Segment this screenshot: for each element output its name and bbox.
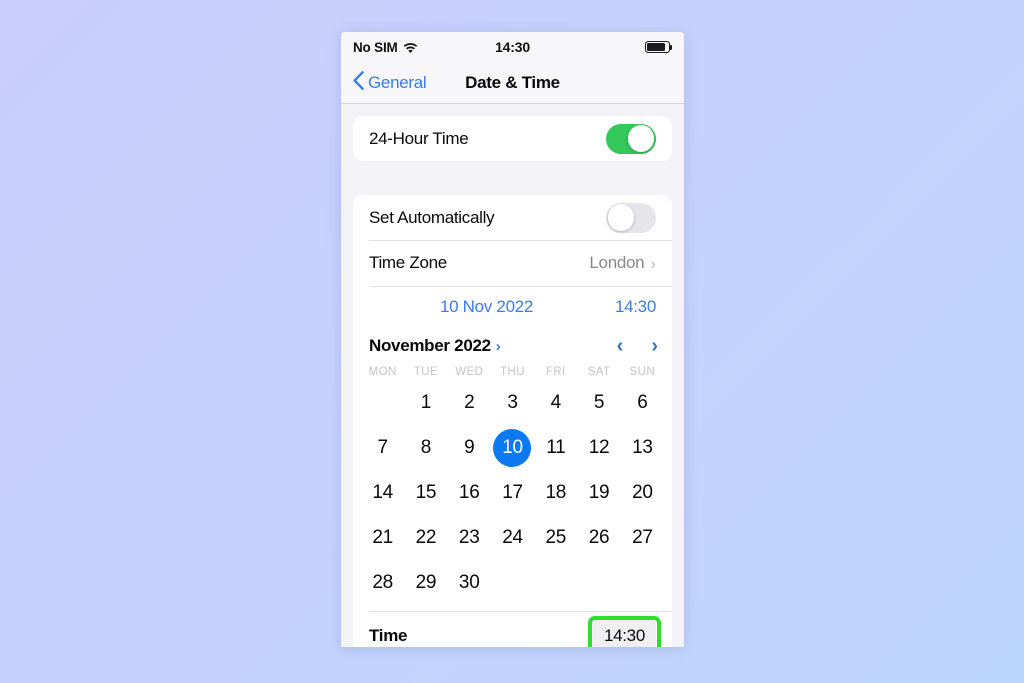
calendar-month-label: November 2022 xyxy=(369,336,491,356)
calendar-day-7[interactable]: 7 xyxy=(361,425,404,470)
row-time: Time 14:30 xyxy=(353,612,672,647)
back-button[interactable]: General xyxy=(353,70,427,95)
calendar-day-10[interactable]: 10 xyxy=(491,425,534,470)
calendar-day-8[interactable]: 8 xyxy=(404,425,447,470)
calendar-weekday-mon: MON xyxy=(368,366,397,379)
calendar-day-17[interactable]: 17 xyxy=(491,470,534,515)
calendar-day-13[interactable]: 13 xyxy=(621,425,664,470)
calendar-day-12[interactable]: 12 xyxy=(577,425,620,470)
calendar-day-24[interactable]: 24 xyxy=(491,515,534,560)
calendar-day-28[interactable]: 28 xyxy=(361,560,404,605)
calendar-day-22[interactable]: 22 xyxy=(404,515,447,560)
settings-content: 24-Hour Time Set Automatically Time Zone… xyxy=(341,104,684,647)
calendar-day-1[interactable]: 1 xyxy=(404,380,447,425)
row-label-24-hour-time: 24-Hour Time xyxy=(369,128,469,148)
calendar-day-9[interactable]: 9 xyxy=(448,425,491,470)
calendar-weekday-tue: TUE xyxy=(413,366,439,379)
chevron-right-icon: › xyxy=(650,253,656,273)
row-value-time-zone: London xyxy=(589,253,645,273)
calendar-day-18[interactable]: 18 xyxy=(534,470,577,515)
calendar-prev-month-button[interactable]: ‹ xyxy=(617,336,624,356)
calendar-day-2[interactable]: 2 xyxy=(448,380,491,425)
calendar-day-16[interactable]: 16 xyxy=(448,470,491,515)
navigation-bar: General Date & Time xyxy=(341,62,684,104)
calendar-weekday-sun: SUN xyxy=(629,366,656,379)
toggle-set-automatically[interactable] xyxy=(606,202,656,233)
calendar-weekday-thu: THU xyxy=(500,366,525,379)
back-button-label: General xyxy=(368,72,427,92)
calendar-day-15[interactable]: 15 xyxy=(404,470,447,515)
calendar-day-23[interactable]: 23 xyxy=(448,515,491,560)
row-24-hour-time[interactable]: 24-Hour Time xyxy=(353,116,672,161)
row-set-automatically[interactable]: Set Automatically xyxy=(353,195,672,240)
battery-icon xyxy=(645,41,673,53)
calendar-weekday-wed: WED xyxy=(455,366,484,379)
row-date-time-selectors: 10 Nov 2022 14:30 xyxy=(353,286,672,328)
calendar-day-25[interactable]: 25 xyxy=(534,515,577,560)
calendar-day-5[interactable]: 5 xyxy=(577,380,620,425)
calendar-day-3[interactable]: 3 xyxy=(491,380,534,425)
hour-format-card: 24-Hour Time xyxy=(353,116,672,161)
calendar-day-27[interactable]: 27 xyxy=(621,515,664,560)
calendar-weekday-header: MON TUE WED THU FRI SAT SUN xyxy=(353,362,672,380)
calendar-day-29[interactable]: 29 xyxy=(404,560,447,605)
row-time-zone[interactable]: Time Zone London › xyxy=(353,241,672,286)
calendar-day-6[interactable]: 6 xyxy=(621,380,664,425)
selected-date-button[interactable]: 10 Nov 2022 xyxy=(440,297,533,317)
calendar-day-selected-circle: 10 xyxy=(493,428,532,467)
date-time-card: Set Automatically Time Zone London › 10 … xyxy=(353,195,672,647)
calendar-day-blank xyxy=(361,380,404,425)
wifi-icon xyxy=(403,42,418,53)
calendar-weekday-fri: FRI xyxy=(545,366,566,379)
calendar-day-20[interactable]: 20 xyxy=(621,470,664,515)
phone-frame: No SIM 14:30 General Date & Time 24-Hour… xyxy=(341,32,684,647)
chevron-left-icon xyxy=(353,70,364,95)
row-label-set-automatically: Set Automatically xyxy=(369,207,495,227)
calendar-day-19[interactable]: 19 xyxy=(577,470,620,515)
calendar-weekday-sat: SAT xyxy=(587,366,611,379)
calendar-day-26[interactable]: 26 xyxy=(577,515,620,560)
calendar-day-11[interactable]: 11 xyxy=(534,425,577,470)
calendar-header: November 2022 › ‹ › xyxy=(353,328,672,362)
toggle-knob xyxy=(607,204,635,231)
status-bar: No SIM 14:30 xyxy=(341,32,684,62)
chevron-right-icon: › xyxy=(495,337,501,355)
calendar-day-21[interactable]: 21 xyxy=(361,515,404,560)
carrier-label: No SIM xyxy=(353,39,398,55)
calendar-days-grid: 1 2 3 4 5 6 7 8 9 10 11 12 13 14 15 16 17 18 19 20 21 22 23 24 2… xyxy=(353,380,672,611)
time-value-field[interactable]: 14:30 xyxy=(587,615,662,647)
selected-time-button[interactable]: 14:30 xyxy=(604,297,656,317)
row-label-time-zone: Time Zone xyxy=(369,253,447,273)
calendar-nav: ‹ › xyxy=(617,336,658,356)
toggle-24-hour-time[interactable] xyxy=(606,123,656,154)
toggle-knob xyxy=(627,125,655,152)
calendar-day-30[interactable]: 30 xyxy=(448,560,491,605)
status-bar-right xyxy=(645,41,673,53)
calendar-day-4[interactable]: 4 xyxy=(534,380,577,425)
calendar-next-month-button[interactable]: › xyxy=(651,336,658,356)
row-label-time: Time xyxy=(369,625,408,645)
top-spacer xyxy=(353,104,672,116)
calendar-day-14[interactable]: 14 xyxy=(361,470,404,515)
calendar-month-button[interactable]: November 2022 › xyxy=(369,336,501,356)
status-bar-left: No SIM xyxy=(353,40,418,55)
